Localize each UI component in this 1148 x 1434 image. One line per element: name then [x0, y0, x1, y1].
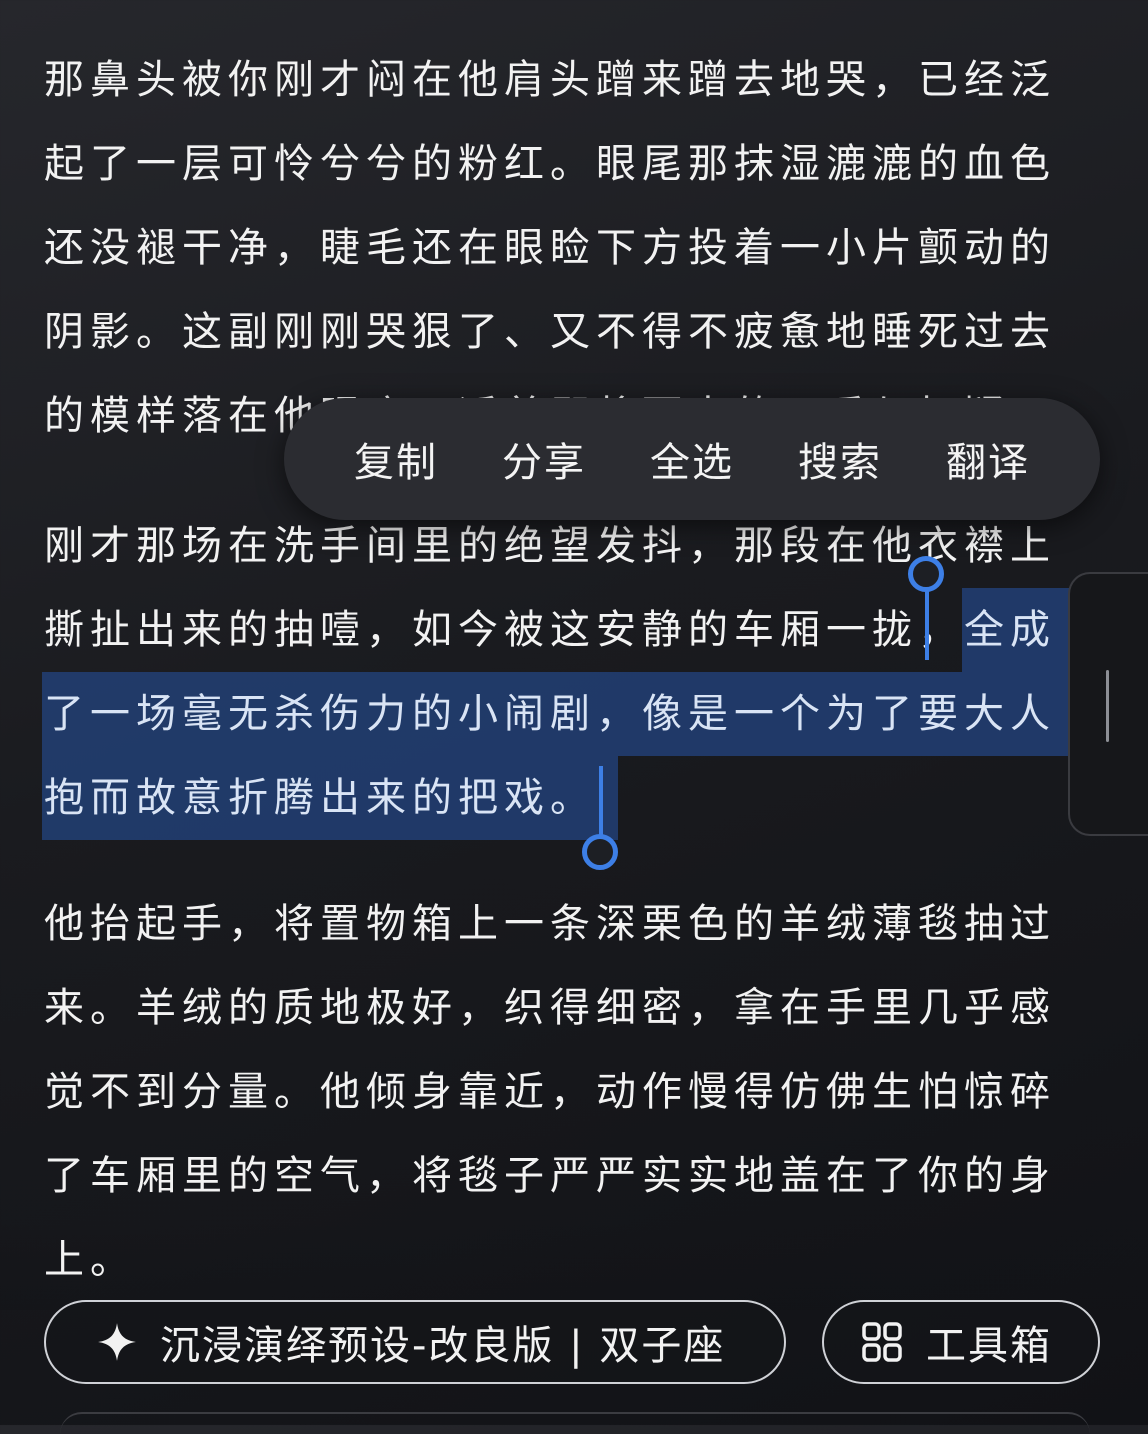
text-line[interactable]: 他抬起手，将置物箱上一条深栗色的羊绒薄毯抽过	[44, 882, 1074, 966]
text-line[interactable]: 阴影。这副刚刚哭狠了、又不得不疲惫地睡死过去	[44, 290, 1074, 374]
text-line[interactable]: 起了一层可怜兮兮的粉红。眼尾那抹湿漉漉的血色	[44, 122, 1074, 206]
text-line-with-selection[interactable]: 撕扯出来的抽噎，如今被这安静的车厢一拢，全成	[44, 588, 1078, 672]
bottom-panel-edge	[60, 1412, 1090, 1434]
selection-end-handle[interactable]	[582, 834, 618, 870]
selected-text[interactable]: 抱而故意折腾出来的把戏。	[42, 756, 618, 840]
preset-label: 沉浸演绎预设-改良版 | 双子座	[160, 1323, 726, 1369]
grip-icon	[1106, 670, 1109, 742]
grid-icon	[862, 1322, 902, 1362]
translate-button[interactable]: 翻译	[946, 430, 1030, 488]
toolbox-label: 工具箱	[926, 1323, 1052, 1369]
share-button[interactable]: 分享	[502, 430, 586, 488]
reader-text[interactable]: 那鼻头被你刚才闷在他肩头蹭来蹭去地哭，已经泛 起了一层可怜兮兮的粉红。眼尾那抹湿…	[42, 38, 1078, 1344]
preset-selector-button[interactable]: 沉浸演绎预设-改良版 | 双子座	[44, 1300, 786, 1384]
text-line[interactable]: 觉不到分量。他倾身靠近，动作慢得仿佛生怕惊碎	[44, 1050, 1074, 1134]
selected-text[interactable]: 了一场毫无杀伤力的小闹剧，像是一个为了要大人	[42, 672, 1078, 756]
text-line-selected[interactable]: 抱而故意折腾出来的把戏。	[42, 756, 1074, 840]
text-line[interactable]: 了车厢里的空气，将毯子严严实实地盖在了你的身	[44, 1134, 1074, 1218]
paragraph-1[interactable]: 那鼻头被你刚才闷在他肩头蹭来蹭去地哭，已经泛 起了一层可怜兮兮的粉红。眼尾那抹湿…	[44, 38, 1074, 458]
text-line[interactable]: 上。	[44, 1218, 1074, 1302]
text-selection-menu: 复制 分享 全选 搜索 翻译	[284, 398, 1100, 520]
selection-start-handle[interactable]	[908, 556, 944, 592]
sparkle-icon	[98, 1323, 136, 1361]
text-line[interactable]: 来。羊绒的质地极好，织得细密，拿在手里几乎感	[44, 966, 1074, 1050]
search-button[interactable]: 搜索	[798, 430, 882, 488]
toolbox-button[interactable]: 工具箱	[822, 1300, 1100, 1384]
text-line[interactable]: 那鼻头被你刚才闷在他肩头蹭来蹭去地哭，已经泛	[44, 38, 1074, 122]
paragraph-3[interactable]: 他抬起手，将置物箱上一条深栗色的羊绒薄毯抽过 来。羊绒的质地极好，织得细密，拿在…	[44, 882, 1074, 1302]
copy-button[interactable]: 复制	[354, 430, 438, 488]
selection-end-stem	[599, 766, 603, 838]
selected-text[interactable]: 全成	[962, 588, 1078, 672]
text-line[interactable]: 还没褪干净，睫毛还在眼睑下方投着一小片颤动的	[44, 206, 1074, 290]
paragraph-2[interactable]: 刚才那场在洗手间里的绝望发抖，那段在他衣襟上 撕扯出来的抽噎，如今被这安静的车厢…	[42, 504, 1078, 840]
side-drawer-handle[interactable]	[1068, 572, 1148, 836]
text-line-selected[interactable]: 了一场毫无杀伤力的小闹剧，像是一个为了要大人	[42, 672, 1078, 756]
selection-start-stem	[925, 588, 929, 660]
select-all-button[interactable]: 全选	[650, 430, 734, 488]
text-unselected[interactable]: 撕扯出来的抽噎，如今被这安静的车厢一拢，	[44, 607, 964, 653]
